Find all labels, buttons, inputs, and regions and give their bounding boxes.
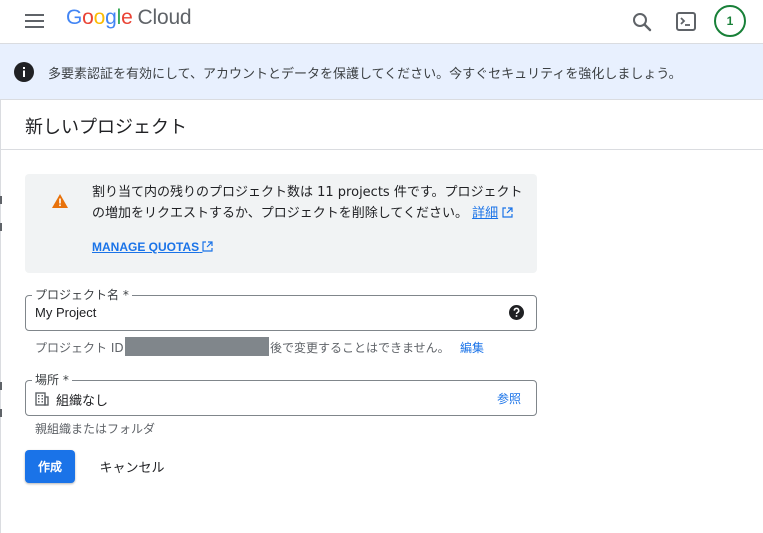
manage-quotas-link[interactable]: MANAGE QUOTAS — [92, 240, 214, 254]
location-label: 場所 * — [32, 372, 72, 388]
left-scroll-mark — [0, 196, 2, 204]
location-value: 組織なし — [56, 393, 109, 408]
project-name-input[interactable]: My Project — [35, 305, 96, 320]
quota-message-text: 割り当て内の残りのプロジェクト数は 11 projects 件です。プロジェクト… — [92, 185, 523, 221]
account-avatar[interactable]: 1 — [714, 5, 746, 37]
project-name-field[interactable]: プロジェクト名 * My Project — [25, 287, 537, 331]
external-link-icon — [202, 241, 214, 252]
left-panel-border — [0, 100, 1, 533]
left-scroll-mark — [0, 409, 2, 417]
search-icon[interactable] — [627, 7, 657, 37]
banner-message: 多要素認証を有効にして、アカウントとデータを保護してください。今すぐセキュリティ… — [48, 67, 682, 82]
hamburger-menu-icon[interactable] — [24, 12, 46, 30]
manage-quotas-label: MANAGE QUOTAS — [92, 240, 200, 254]
edit-project-id-link[interactable]: 編集 — [460, 339, 484, 356]
create-button[interactable]: 作成 — [25, 450, 75, 483]
browse-location-button[interactable]: 参照 — [497, 390, 521, 407]
google-cloud-logo[interactable]: Google Cloud — [66, 6, 192, 30]
location-field[interactable]: 場所 * 組織なし 参照 — [25, 372, 537, 416]
project-id-prefix: プロジェクト ID: — [35, 341, 128, 355]
left-scroll-mark — [0, 223, 2, 231]
project-name-label: プロジェクト名 * — [32, 287, 132, 303]
left-scroll-mark — [0, 382, 2, 390]
project-id-note: 後で変更することはできません。 — [270, 341, 450, 355]
cloud-shell-terminal-icon[interactable] — [671, 7, 701, 37]
quota-message: 割り当て内の残りのプロジェクト数は 11 projects 件です。プロジェクト… — [92, 182, 524, 224]
top-app-bar: Google Cloud 1 — [0, 0, 763, 43]
location-hint: 親組織またはフォルダ — [35, 422, 156, 436]
page-title: 新しいプロジェクト — [25, 117, 187, 138]
details-link[interactable]: 詳細 — [472, 206, 498, 221]
external-link-icon[interactable] — [502, 207, 513, 218]
project-id-redacted — [125, 337, 269, 356]
mfa-info-banner: 多要素認証を有効にして、アカウントとデータを保護してください。今すぐセキュリティ… — [0, 43, 763, 100]
logo-google-text: Google — [66, 6, 133, 29]
info-icon — [14, 62, 34, 82]
quota-warning-box: 割り当て内の残りのプロジェクト数は 11 projects 件です。プロジェクト… — [25, 174, 537, 273]
title-divider — [0, 149, 763, 150]
warning-triangle-icon — [52, 193, 68, 208]
organization-building-icon — [35, 391, 49, 406]
logo-cloud-text: Cloud — [137, 6, 192, 29]
cancel-button[interactable]: キャンセル — [88, 450, 176, 483]
help-circle-icon[interactable] — [509, 305, 524, 320]
